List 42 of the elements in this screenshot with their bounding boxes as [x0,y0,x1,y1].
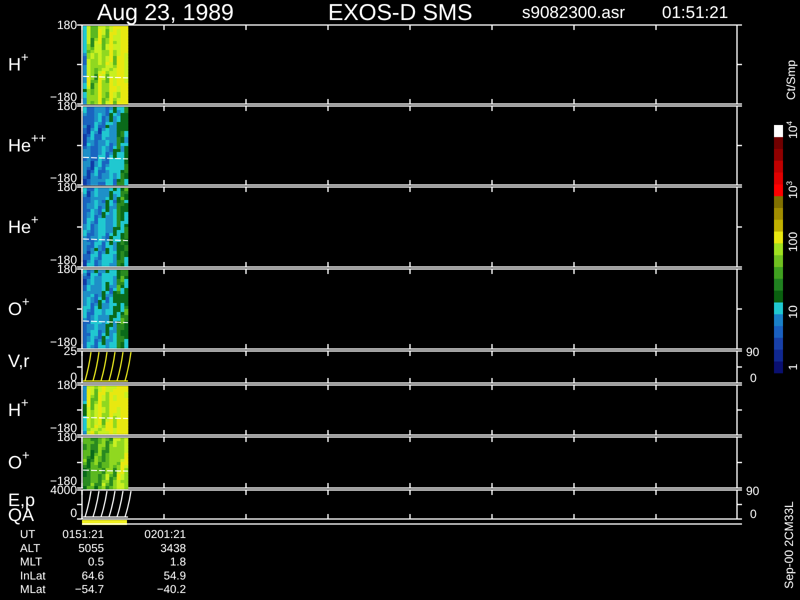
orbit-value: 3438 [160,542,186,555]
panel-label: H$^{+}$ [8,395,29,420]
spectrogram-drawing [82,438,128,490]
right-axis-max-label: 90 [746,484,760,498]
orbit-parameter-label: MLT [20,556,42,569]
orbit-value: 0201:21 [144,529,186,541]
colorbar-tick-label: 10 [786,305,800,319]
axis-max-label: 180 [56,18,77,32]
spectrogram-drawing [82,386,128,434]
panel-label: He$^{+}$ [8,212,39,237]
data-version-label: Sep-00 2CM33L [782,501,796,589]
orbit-parameter-label: UT [20,529,36,541]
start-time: 01:51:21 [662,3,728,22]
plot-date: Aug 23, 1989 [97,0,234,25]
orbit-value: 5055 [78,542,104,555]
colorbar-unit-label: Ct/Smp [784,60,798,100]
instrument-title: EXOS-D SMS [328,0,472,25]
energy-curve-drawing [83,490,132,518]
orbit-value: −40.2 [156,584,186,596]
orbit-value: 1.8 [170,556,186,569]
quality-bar [82,520,127,525]
panel-label: H$^{+}$ [8,50,29,74]
colorbar-tick-label: 100 [786,232,800,252]
colorbar-tick-label: 1 [786,364,800,370]
right-axis-min-label: 0 [750,507,757,521]
orbit-value: 54.9 [164,570,186,582]
axis-min-label: 0 [70,506,77,520]
orbit-parameter-label: MLat [20,584,46,596]
file-name: s9082300.asr [522,3,626,22]
orbit-parameter-label: ALT [20,542,40,555]
velocity-curve-drawing [83,352,132,382]
panel-label: O$^{+}$ [8,294,30,319]
panel-label: V,r [8,351,30,371]
orbit-value: 0151:21 [62,529,104,541]
panel-label: O$^{+}$ [8,448,30,472]
orbit-value: 64.6 [82,570,104,582]
orbit-value: 0.5 [88,556,104,569]
orbit-value: −54.7 [74,584,104,596]
right-axis-max-label: 90 [746,345,760,359]
right-axis-min-label: 0 [750,371,757,385]
orbit-parameter-label: InLat [20,570,46,582]
panel-label: He$^{++}$ [8,130,46,156]
